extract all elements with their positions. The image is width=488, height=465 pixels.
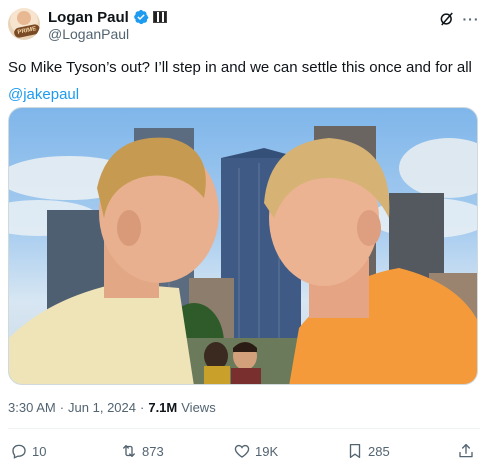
reply-button[interactable]: 10 xyxy=(10,441,46,461)
tweet-text: So Mike Tyson’s out? I’ll step in and we… xyxy=(8,58,478,105)
tweet-date[interactable]: Jun 1, 2024 xyxy=(68,400,136,415)
views-label: Views xyxy=(181,400,216,415)
bookmark-count: 285 xyxy=(368,443,390,459)
author-name-row: Logan Paul xyxy=(48,8,167,26)
mention-link[interactable]: @jakepaul xyxy=(8,85,478,105)
repost-count: 873 xyxy=(142,443,164,459)
author-handle[interactable]: @LoganPaul xyxy=(48,26,129,42)
tweet-photo[interactable] xyxy=(8,107,478,385)
repost-button[interactable]: 873 xyxy=(120,441,164,461)
reply-count: 10 xyxy=(32,443,47,459)
photo-illustration xyxy=(9,126,477,384)
bookmark-icon xyxy=(349,443,361,459)
avatar-bottle: PRIME xyxy=(13,23,40,39)
tweet-meta: 3:30 AM · Jun 1, 2024 · 7.1M Views xyxy=(8,400,216,415)
divider xyxy=(8,428,480,429)
avatar[interactable]: PRIME xyxy=(8,8,40,40)
share-button[interactable] xyxy=(457,441,475,461)
display-name[interactable]: Logan Paul xyxy=(48,9,129,26)
flag-icon xyxy=(152,11,167,23)
repost-icon xyxy=(123,445,135,457)
avatar-face xyxy=(17,11,31,25)
tweet-body: So Mike Tyson’s out? I’ll step in and we… xyxy=(8,59,472,76)
tweet-time[interactable]: 3:30 AM xyxy=(8,400,56,415)
tweet-card: PRIME Logan Paul @LoganPaul ··· So Mike … xyxy=(0,0,488,465)
like-icon xyxy=(234,444,250,458)
share-icon xyxy=(459,443,473,458)
verified-badge-icon[interactable] xyxy=(133,9,149,25)
avatar-logo-text: PRIME xyxy=(17,26,37,36)
meta-separator: · xyxy=(59,400,65,415)
like-count: 19K xyxy=(255,443,279,459)
meta-separator-2: · xyxy=(140,400,145,415)
reply-icon xyxy=(12,444,26,459)
grok-icon[interactable] xyxy=(438,10,456,28)
more-icon[interactable]: ··· xyxy=(462,10,480,28)
views-count: 7.1M xyxy=(148,400,178,415)
bookmark-button[interactable]: 285 xyxy=(346,441,390,461)
like-button[interactable]: 19K xyxy=(233,441,278,461)
